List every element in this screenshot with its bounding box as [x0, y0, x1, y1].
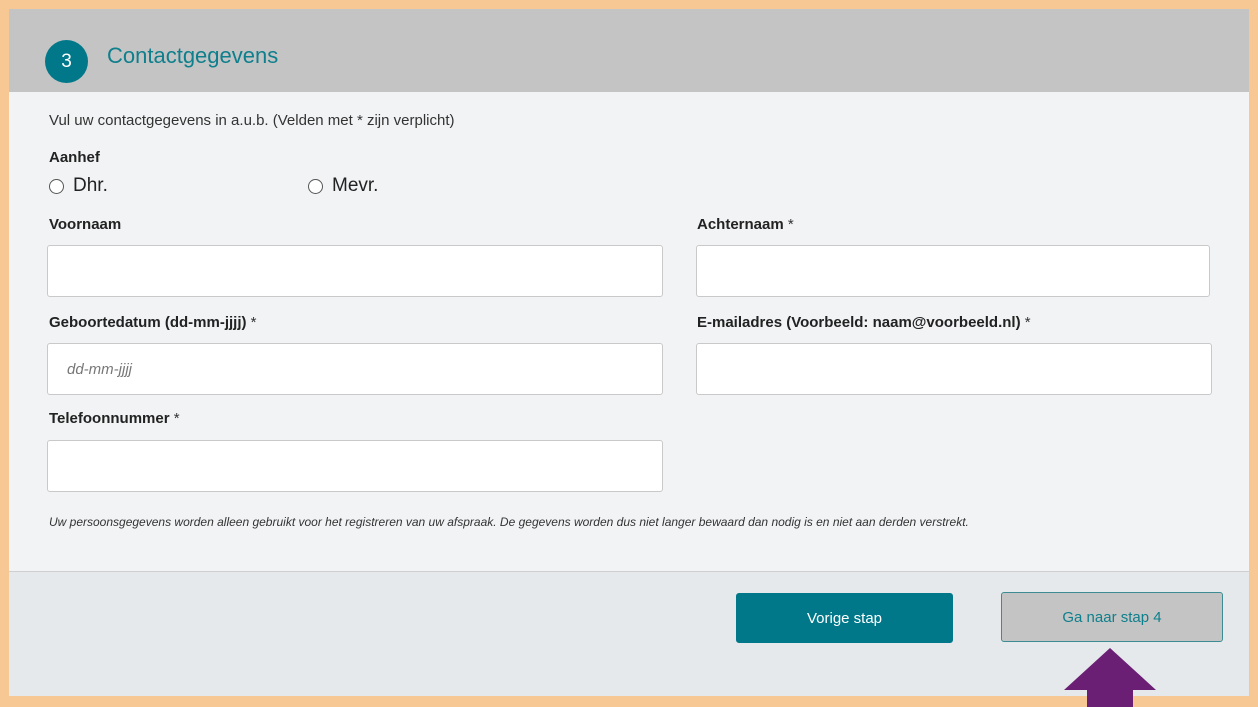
- form-footer: Vorige stap Ga naar stap 4: [9, 571, 1249, 696]
- salutation-label: Aanhef: [49, 149, 100, 166]
- first-name-label: Voornaam: [49, 216, 122, 233]
- radio-option-dhr[interactable]: Dhr.: [49, 175, 108, 197]
- email-label-text: E-mailadres (Voorbeeld: naam@voorbeeld.n…: [697, 314, 1021, 331]
- radio-label-mevr: Mevr.: [332, 175, 379, 196]
- last-name-label: Achternaam *: [697, 216, 794, 233]
- section-title: Contactgegevens: [107, 43, 279, 68]
- previous-step-button[interactable]: Vorige stap: [736, 593, 953, 643]
- required-mark: *: [1024, 314, 1031, 331]
- email-input[interactable]: [696, 343, 1212, 395]
- radio-circle-icon[interactable]: [308, 178, 323, 194]
- radio-circle-icon[interactable]: [49, 178, 64, 194]
- arrow-stem: [1087, 689, 1133, 707]
- phone-label: Telefoonnummer *: [49, 410, 180, 427]
- contact-form-panel: 3 Contactgegevens Vul uw contactgegevens…: [9, 9, 1249, 696]
- arrow-up-icon: [1064, 648, 1156, 690]
- next-step-button[interactable]: Ga naar stap 4: [1001, 592, 1223, 642]
- phone-input[interactable]: [47, 440, 663, 492]
- email-label: E-mailadres (Voorbeeld: naam@voorbeeld.n…: [697, 314, 1031, 331]
- required-mark: *: [250, 314, 257, 331]
- privacy-notice: Uw persoonsgegevens worden alleen gebrui…: [49, 515, 969, 529]
- required-mark: *: [787, 216, 794, 233]
- birthdate-label-text: Geboortedatum (dd-mm-jjjj): [49, 314, 247, 331]
- birthdate-input[interactable]: [47, 343, 663, 395]
- last-name-label-text: Achternaam: [697, 216, 784, 233]
- phone-label-text: Telefoonnummer: [49, 410, 170, 427]
- last-name-input[interactable]: [696, 245, 1210, 297]
- required-mark: *: [173, 410, 180, 427]
- birthdate-label: Geboortedatum (dd-mm-jjjj) *: [49, 314, 257, 331]
- form-intro-text: Vul uw contactgegevens in a.u.b. (Velden…: [49, 112, 455, 129]
- step-number-badge: 3: [45, 40, 88, 83]
- first-name-input[interactable]: [47, 245, 663, 297]
- radio-label-dhr: Dhr.: [73, 175, 108, 196]
- section-header: 3 Contactgegevens: [9, 9, 1249, 92]
- radio-option-mevr[interactable]: Mevr.: [308, 175, 378, 197]
